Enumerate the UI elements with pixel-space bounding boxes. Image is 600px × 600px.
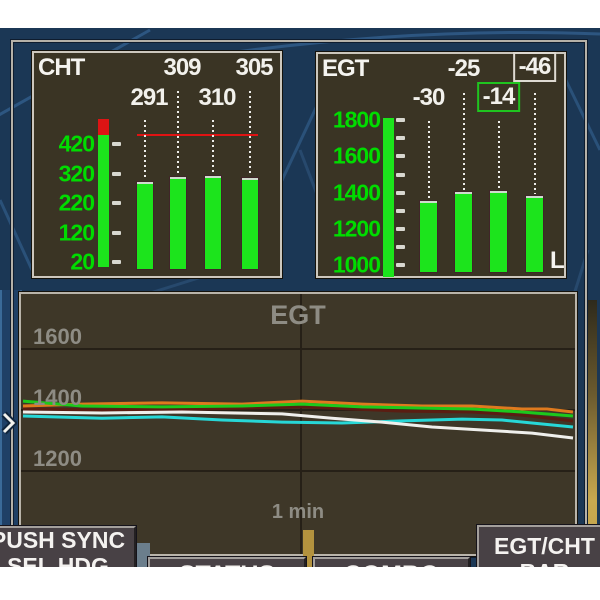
cht-cylinder-value: 310	[198, 84, 235, 112]
egt-peak-stem	[428, 121, 430, 199]
softkey-label-line: COMBO	[315, 561, 468, 567]
chart-y-axis-label: 1200	[33, 446, 82, 472]
softkey-label-line: EGT/CHT	[479, 534, 600, 560]
cht-scale-red-zone	[98, 119, 109, 135]
trend-line-egt-cyl-cyan	[23, 416, 573, 427]
cht-scale-bar	[98, 119, 109, 267]
time-scale-label: 1 min	[272, 501, 324, 524]
cht-scale-label: 320	[34, 160, 94, 187]
egt-cylinder-bar	[455, 192, 472, 272]
cht-scale-tick	[112, 231, 121, 235]
egt-cylinder-bar	[526, 196, 543, 272]
egt-scale-label: 1200	[318, 215, 380, 242]
egt-scale-bar	[383, 118, 394, 277]
egt-peak-stem	[534, 93, 536, 194]
egt-cylinder-value: -25	[448, 55, 480, 83]
egt-cylinder-value: -30	[413, 84, 445, 112]
engine-monitor-screen: CHT 420320 220120 20 291309310305 EGT L 180…	[0, 28, 600, 567]
softkey-label-line: STATUS	[150, 561, 304, 567]
chart-title: EGT	[21, 300, 575, 331]
cht-cylinder-value: 305	[235, 54, 272, 82]
egt-scale-label: 1600	[318, 143, 380, 170]
lean-mode-indicator: L	[550, 247, 565, 275]
cht-scale-label: 420	[34, 131, 94, 158]
cht-peak-stem	[249, 91, 251, 176]
cht-cylinder-value: 291	[130, 84, 167, 112]
egt-cht-bar-button[interactable]: EGT/CHT BAR	[477, 525, 600, 567]
egt-scale-tick	[396, 191, 405, 195]
egt-scale-tick	[396, 154, 405, 158]
egt-scale-tick	[396, 173, 405, 177]
cht-scale-label: 20	[34, 249, 94, 276]
push-sync-sel-hdg-button[interactable]: PUSH SYNC SEL HDG	[0, 526, 136, 567]
combo-button[interactable]: COMBO	[313, 557, 470, 567]
chart-y-axis-label: 1600	[33, 324, 82, 350]
cht-scale-label: 220	[34, 190, 94, 217]
egt-cylinder-bar	[420, 201, 437, 272]
cht-peak-stem	[177, 91, 179, 175]
egt-bargraph-panel: EGT L 1800 1600 1400 1200 1000 -30-25-14-46	[316, 52, 566, 278]
cht-peak-stem	[212, 120, 214, 174]
cht-cylinder-bar	[170, 177, 186, 269]
softkey-label-line: PUSH SYNC	[0, 528, 134, 554]
cht-cylinder-bar	[137, 182, 153, 269]
cht-cylinder-value: 309	[163, 54, 200, 82]
egt-scale-tick	[396, 118, 405, 122]
cht-scale-green-zone	[98, 135, 109, 267]
egt-scale-tick	[396, 209, 405, 213]
cht-scale-tick	[112, 201, 121, 205]
egt-cylinder-value-box-white: -46	[513, 52, 557, 82]
cht-cylinder-bar	[242, 178, 258, 269]
cht-peak-stem	[144, 120, 146, 180]
egt-scale-green-zone	[383, 118, 394, 277]
cht-bargraph-panel: CHT 420320 220120 20 291309310305	[32, 51, 282, 278]
egt-scale-tick	[396, 136, 405, 140]
trend-line-egt-cyl-white	[23, 412, 573, 438]
cht-cylinder-bar	[205, 176, 221, 269]
egt-peak-stem	[498, 121, 500, 189]
heading-pointer-icon	[1, 411, 17, 435]
chart-y-axis-label: 1400	[33, 385, 82, 411]
egt-scale-tick	[396, 263, 405, 267]
egt-scale-label: 1000	[318, 252, 380, 279]
softkey-label-line: BAR	[479, 560, 600, 567]
egt-trend-chart: EGT 1600 1400 1200 1 min	[19, 292, 577, 556]
cht-scale-label: 120	[34, 219, 94, 246]
egt-peak-stem	[463, 93, 465, 190]
status-button[interactable]: STATUS	[148, 557, 306, 567]
cht-scale-tick	[112, 260, 121, 264]
egt-scale-tick	[396, 245, 405, 249]
egt-panel-title: EGT	[322, 55, 368, 83]
softkey-label-line: SEL HDG	[0, 554, 134, 567]
cht-scale-tick	[112, 172, 121, 176]
egt-scale-tick	[396, 227, 405, 231]
egt-cylinder-bar	[490, 191, 507, 272]
cht-panel-title: CHT	[38, 54, 84, 82]
cht-redline	[137, 134, 258, 136]
egt-cylinder-value-box-green: -14	[477, 82, 521, 112]
cht-scale-tick	[112, 142, 121, 146]
egt-scale-label: 1800	[318, 107, 380, 134]
egt-scale-label: 1400	[318, 179, 380, 206]
mfd-screenshot: CHT 420320 220120 20 291309310305 EGT L 180…	[0, 0, 600, 600]
